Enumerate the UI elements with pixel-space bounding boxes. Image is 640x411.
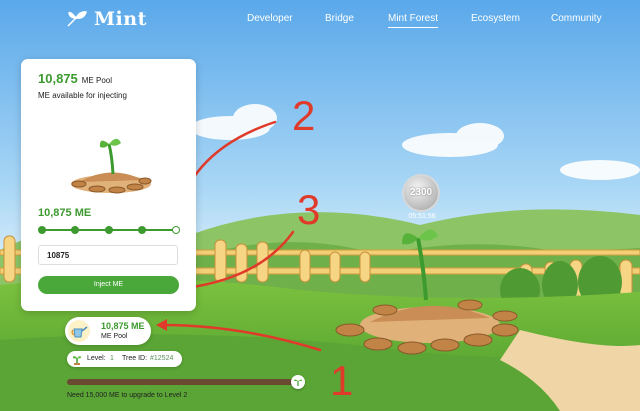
tree-id-label: Tree ID: [122, 355, 148, 362]
tree-id-value[interactable]: #12524 [150, 355, 173, 362]
pool-unit: ME Pool [81, 76, 112, 85]
tree-info: Level: 1 Tree ID: #12524 [67, 351, 182, 367]
pool-value: 10,875 [38, 71, 78, 86]
progress-sprout-icon [291, 375, 305, 389]
coin-timer: 05:51:56 [408, 213, 436, 220]
pool-subtitle: ME available for injecting [38, 91, 127, 100]
brand-name: Mint [94, 8, 147, 30]
me-amount: 10,875 ME [38, 207, 92, 219]
slider-step[interactable] [71, 226, 79, 234]
upgrade-progress-bar [67, 375, 307, 389]
level-label: Level: [87, 355, 106, 362]
slider-handle[interactable] [172, 226, 180, 234]
inject-panel: 10,875 ME Pool ME available for injectin… [21, 59, 196, 311]
mint-leaf-icon [67, 11, 87, 27]
upgrade-note: Need 15,000 ME to upgrade to Level 2 [67, 392, 188, 399]
annotation-step-3: 3 [297, 186, 321, 233]
me-amount-slider[interactable] [38, 224, 180, 236]
me-amount-input[interactable]: 10875 [38, 245, 178, 265]
nav-item-developer[interactable]: Developer [247, 13, 293, 24]
nav-item-mint-forest[interactable]: Mint Forest [388, 13, 439, 28]
slider-step[interactable] [38, 226, 46, 234]
brand-logo[interactable]: Mint [66, 8, 147, 30]
annotation-step-1: 1 [330, 357, 354, 404]
progress-track [67, 379, 297, 385]
coin-value: 2300 [409, 187, 433, 198]
level-value: 1 [110, 355, 114, 362]
nav-item-community[interactable]: Community [551, 13, 602, 24]
annotation-step-2: 2 [292, 92, 316, 139]
sprout-icon [73, 356, 81, 365]
top-nav: Mint Developer Bridge Mint Forest Ecosys… [0, 0, 640, 38]
inject-me-button[interactable]: Inject ME [38, 276, 179, 294]
pool-summary: 10,875 ME Pool [38, 71, 112, 86]
sprout-preview-icon [71, 138, 152, 194]
watering-can-icon [68, 320, 90, 342]
me-coin[interactable]: 2300 [404, 176, 438, 210]
pool-badge-value: 10,875 ME [101, 321, 145, 331]
nav-item-bridge[interactable]: Bridge [325, 13, 354, 24]
slider-step[interactable] [138, 226, 146, 234]
nav-item-ecosystem[interactable]: Ecosystem [471, 13, 520, 24]
pool-badge-label: ME Pool [101, 333, 128, 340]
me-pool-badge[interactable]: 10,875 ME ME Pool [65, 317, 151, 345]
slider-step[interactable] [105, 226, 113, 234]
mint-forest-scene: Mint Developer Bridge Mint Forest Ecosys… [0, 0, 640, 411]
